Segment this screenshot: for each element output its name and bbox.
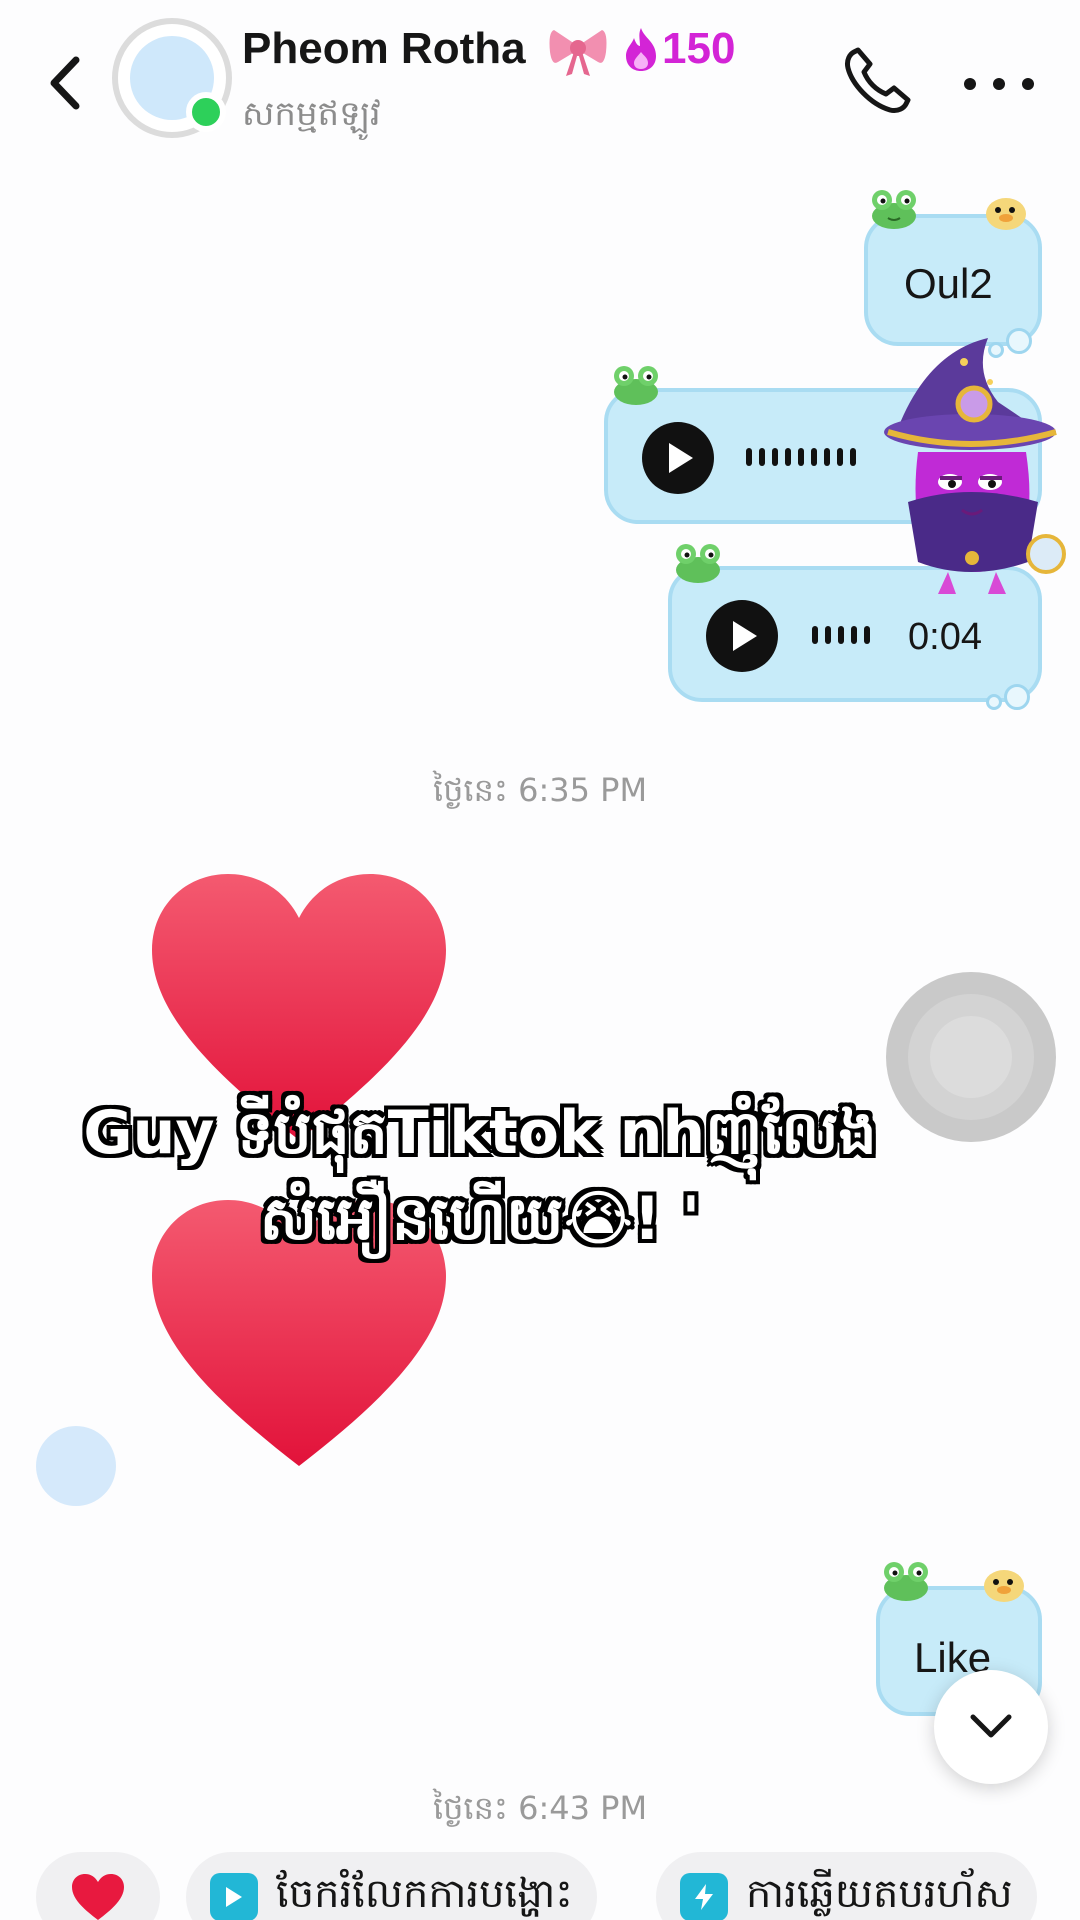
bubble-decoration (1004, 684, 1030, 710)
quick-reply-label: ការឆ្លើយតបរហ័ស (746, 1870, 1013, 1917)
wizard-character-sticker (884, 338, 1066, 594)
play-icon (733, 621, 757, 651)
bubble-decoration (986, 694, 1002, 710)
timestamp: ថ្ងៃនេះ 6:35 PM (432, 771, 648, 809)
play-button[interactable] (706, 600, 778, 672)
avatar[interactable] (112, 18, 232, 138)
online-status: សកម្មឥឡូវ (242, 94, 381, 134)
video-caption-overlay: Guy ទីបំផុតTiktok nhញុំលែង សំអឿនហើយ😭! ' (40, 1090, 920, 1262)
frog-decoration-icon (884, 1562, 928, 1601)
more-options-button[interactable] (964, 54, 1034, 114)
phone-icon (845, 47, 911, 113)
frog-decoration-icon (872, 190, 916, 229)
call-button[interactable] (836, 42, 916, 122)
contact-name[interactable]: Pheom Rotha (242, 24, 526, 74)
message-bubble-sent[interactable]: Oul2 (864, 214, 1042, 346)
message-text: Oul2 (904, 260, 993, 307)
play-square-icon (210, 1873, 258, 1920)
frog-decoration-icon (676, 544, 720, 583)
quick-reply-label: ចែករំលែកការបង្ហោះ (276, 1870, 573, 1917)
back-button[interactable] (40, 48, 90, 118)
waveform (812, 626, 870, 644)
ribbon-emoji (548, 22, 608, 82)
quick-reply-quick-answer[interactable]: ការឆ្លើយតបរហ័ស (656, 1852, 1037, 1920)
sender-avatar[interactable] (36, 1426, 116, 1506)
chat-header: Pheom Rotha 150 សកម្មឥឡូវ (0, 0, 1080, 160)
play-icon (669, 443, 693, 473)
scroll-to-bottom-button[interactable] (934, 1670, 1048, 1784)
online-indicator (186, 92, 226, 132)
chevron-left-icon (50, 56, 80, 110)
quick-reply-share-post[interactable]: ចែករំលែកការបង្ហោះ (186, 1852, 597, 1920)
duck-decoration-icon (984, 1570, 1024, 1602)
streak-counter: 150 (622, 24, 735, 74)
duck-decoration-icon (986, 198, 1026, 230)
voice-duration: 0:04 (908, 616, 982, 658)
heart-icon (72, 1874, 124, 1920)
caption-line-2: សំអឿនហើយ😭! ' (259, 1184, 701, 1254)
streak-count: 150 (662, 24, 736, 73)
caption-line-1: Guy ទីបំផុតTiktok nhញុំលែង (83, 1098, 877, 1168)
frog-decoration-icon (614, 366, 658, 405)
waveform (746, 448, 856, 466)
lightning-icon (680, 1873, 728, 1920)
quick-reply-bar: ចែករំលែកការបង្ហោះ ការឆ្លើយតបរហ័ស (0, 1852, 1080, 1920)
chevron-down-icon (970, 1714, 1012, 1738)
flame-icon (626, 28, 656, 71)
quick-reply-heart[interactable] (36, 1852, 160, 1920)
play-button[interactable] (642, 422, 714, 494)
more-dots-icon (964, 78, 976, 90)
timestamp: ថ្ងៃនេះ 6:43 PM (432, 1789, 648, 1827)
